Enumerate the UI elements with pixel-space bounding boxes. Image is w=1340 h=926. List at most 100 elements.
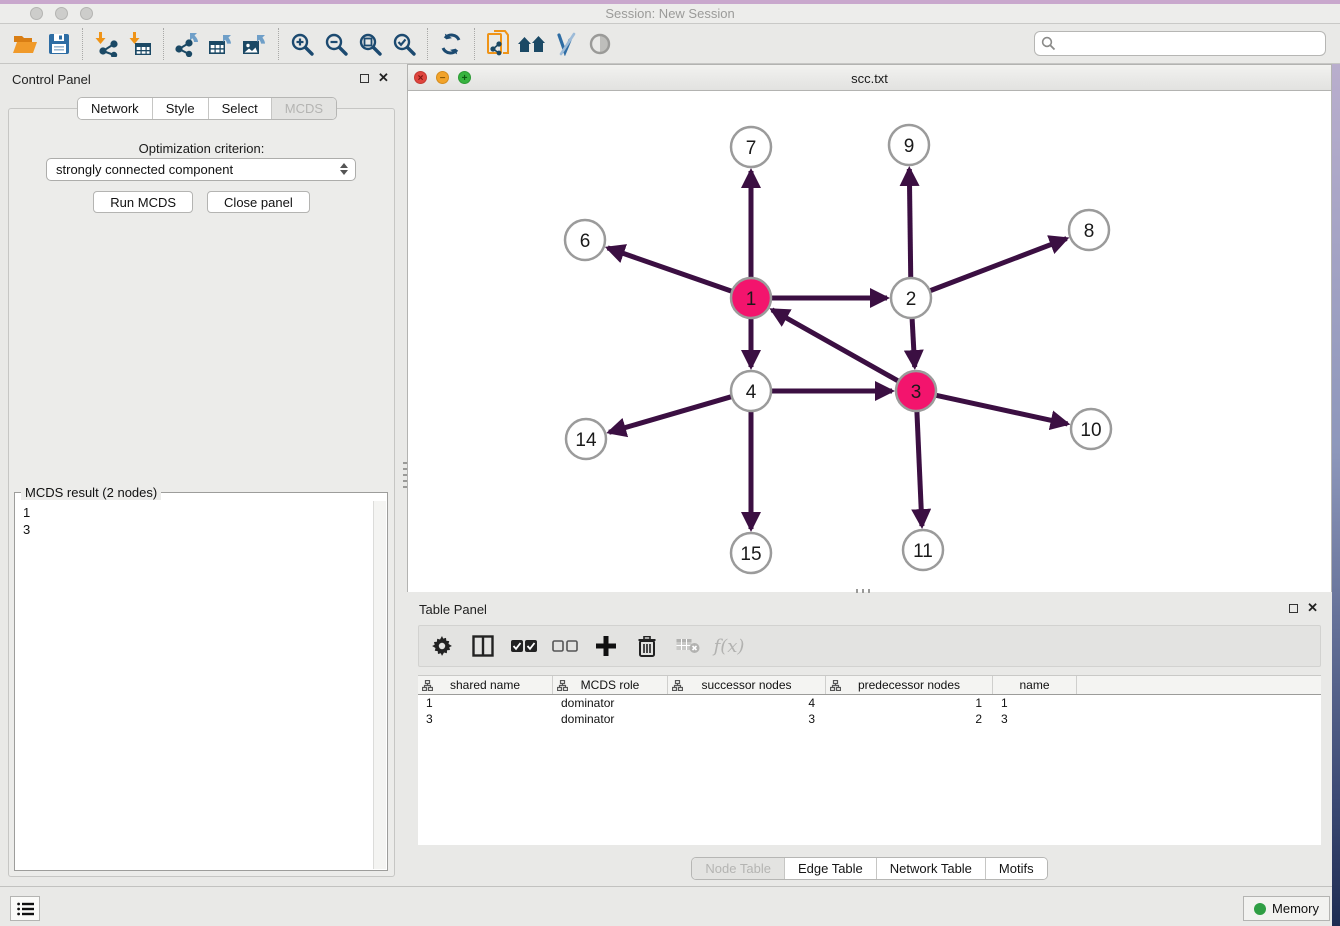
export-network-icon[interactable]	[170, 29, 204, 59]
edge-1-6[interactable]	[608, 248, 732, 291]
graph-edges	[608, 169, 1068, 529]
tab-style[interactable]: Style	[153, 98, 209, 119]
vizmapper-icon[interactable]	[549, 29, 583, 59]
control-panel: Control Panel ✕ NetworkStyleSelectMCDS O…	[0, 64, 403, 886]
table-toolbar: f(x)	[418, 625, 1321, 667]
node-11[interactable]: 11	[903, 530, 943, 570]
column-chooser-icon[interactable]	[470, 633, 496, 659]
table-row[interactable]: 1dominator411	[418, 695, 1321, 711]
add-column-icon[interactable]	[593, 633, 619, 659]
import-network-icon[interactable]	[89, 29, 123, 59]
search-input[interactable]	[1034, 31, 1326, 56]
cell-shared-name: 1	[418, 695, 553, 711]
result-scrollbar[interactable]	[373, 501, 386, 869]
network-title: scc.txt	[408, 71, 1331, 86]
zoom-fit-icon[interactable]	[353, 29, 387, 59]
zoom-out-icon[interactable]	[319, 29, 353, 59]
import-table-icon[interactable]	[123, 29, 157, 59]
column-header-predecessor-nodes[interactable]: predecessor nodes	[826, 676, 993, 694]
mcds-result-groupbox: MCDS result (2 nodes) 13	[14, 492, 388, 871]
tab-select[interactable]: Select	[209, 98, 272, 119]
column-header-shared-name[interactable]: shared name	[418, 676, 553, 694]
mcds-result-list[interactable]: 13	[16, 501, 372, 869]
settings-gear-icon[interactable]	[429, 633, 455, 659]
memory-button[interactable]: Memory	[1243, 896, 1330, 921]
cell-predecessor-nodes: 2	[826, 711, 993, 727]
svg-text:10: 10	[1080, 420, 1101, 441]
close-panel-icon[interactable]: ✕	[378, 73, 389, 83]
table-row[interactable]: 3dominator323	[418, 711, 1321, 727]
task-history-button[interactable]	[10, 896, 40, 921]
export-image-icon[interactable]	[238, 29, 272, 59]
node-8[interactable]: 8	[1069, 210, 1109, 250]
main-toolbar	[0, 24, 1340, 64]
delete-table-icon[interactable]	[675, 633, 701, 659]
search-box	[1034, 31, 1326, 56]
table-header-row: shared nameMCDS rolesuccessor nodesprede…	[418, 676, 1321, 695]
status-bar: Memory	[0, 886, 1340, 926]
table-body[interactable]: 1dominator4113dominator323	[418, 695, 1321, 727]
table-float-icon[interactable]	[1289, 604, 1298, 613]
svg-text:6: 6	[580, 231, 591, 252]
network-report-icon[interactable]	[481, 29, 515, 59]
node-10[interactable]: 10	[1071, 409, 1111, 449]
save-session-icon[interactable]	[42, 29, 76, 59]
tab-motifs[interactable]: Motifs	[986, 858, 1047, 879]
network-view-window: × − + scc.txt 7968124314101511	[407, 64, 1332, 592]
node-14[interactable]: 14	[566, 419, 606, 459]
memory-status-icon	[1254, 903, 1266, 915]
open-file-icon[interactable]	[8, 29, 42, 59]
node-1[interactable]: 1	[731, 278, 771, 318]
node-6[interactable]: 6	[565, 220, 605, 260]
float-panel-icon[interactable]	[360, 74, 369, 83]
refresh-icon[interactable]	[434, 29, 468, 59]
edge-2-9[interactable]	[909, 169, 910, 278]
node-9[interactable]: 9	[889, 125, 929, 165]
svg-text:11: 11	[913, 541, 933, 562]
tab-network-table[interactable]: Network Table	[877, 858, 986, 879]
deselect-all-icon[interactable]	[552, 633, 578, 659]
svg-text:1: 1	[746, 289, 757, 310]
node-3[interactable]: 3	[896, 371, 936, 411]
desktop-wallpaper-right	[1332, 64, 1340, 926]
cell-MCDS-role: dominator	[553, 695, 668, 711]
close-panel-button[interactable]: Close panel	[207, 191, 310, 213]
control-panel-title: Control Panel	[12, 72, 91, 87]
toolbar-separator	[427, 28, 428, 60]
eye-icon[interactable]	[583, 29, 617, 59]
zoom-selected-icon[interactable]	[387, 29, 421, 59]
node-7[interactable]: 7	[731, 127, 771, 167]
function-builder-icon[interactable]: f(x)	[716, 633, 742, 659]
column-header-MCDS-role[interactable]: MCDS role	[553, 676, 668, 694]
node-2[interactable]: 2	[891, 278, 931, 318]
select-all-icon[interactable]	[511, 633, 537, 659]
edge-3-11[interactable]	[917, 411, 922, 526]
run-mcds-button[interactable]: Run MCDS	[93, 191, 193, 213]
table-tabs: Node TableEdge TableNetwork TableMotifs	[691, 857, 1047, 880]
edge-2-3[interactable]	[912, 318, 915, 367]
horizontal-splitter-handle[interactable]	[856, 589, 874, 593]
node-4[interactable]: 4	[731, 371, 771, 411]
export-table-icon[interactable]	[204, 29, 238, 59]
tab-network[interactable]: Network	[78, 98, 153, 119]
column-header-name[interactable]: name	[993, 676, 1077, 694]
edge-3-10[interactable]	[936, 395, 1068, 424]
zoom-in-icon[interactable]	[285, 29, 319, 59]
network-canvas[interactable]: 7 9 6 8 1 2 4 3 14 10 15 11	[408, 91, 1331, 592]
node-table: shared nameMCDS rolesuccessor nodesprede…	[418, 675, 1321, 845]
edge-2-8[interactable]	[930, 239, 1067, 291]
table-close-icon[interactable]: ✕	[1307, 603, 1318, 613]
vertical-splitter-handle[interactable]	[403, 462, 407, 488]
tab-mcds[interactable]: MCDS	[272, 98, 336, 119]
edge-4-14[interactable]	[609, 397, 732, 433]
column-header-successor-nodes[interactable]: successor nodes	[668, 676, 826, 694]
home-layout-icon[interactable]	[515, 29, 549, 59]
tab-edge-table[interactable]: Edge Table	[785, 858, 877, 879]
tab-node-table[interactable]: Node Table	[692, 858, 785, 879]
edge-3-1[interactable]	[772, 310, 899, 381]
svg-text:8: 8	[1084, 221, 1095, 242]
node-15[interactable]: 15	[731, 533, 771, 573]
criterion-select[interactable]: strongly connected component	[46, 158, 356, 181]
delete-column-icon[interactable]	[634, 633, 660, 659]
toolbar-separator	[82, 28, 83, 60]
